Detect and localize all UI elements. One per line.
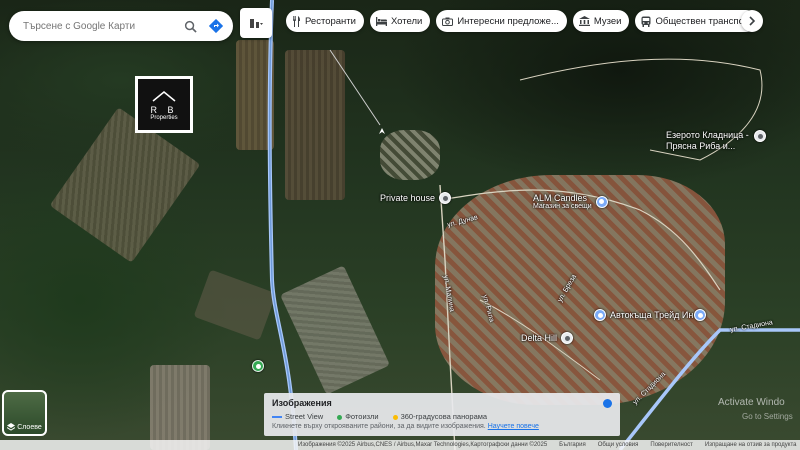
chip-things-to-do[interactable]: Интересни предложе... xyxy=(436,10,567,32)
bus-icon xyxy=(641,16,651,27)
layers-toggle-icon xyxy=(250,19,263,28)
shop-pin-icon xyxy=(595,195,608,208)
place-autocenter[interactable]: Автокъща Трейд Ин xyxy=(594,309,706,321)
imagery-blue-dot-icon xyxy=(603,399,612,408)
camera-icon xyxy=(442,17,454,26)
place-label: Автокъща Трейд Ин xyxy=(610,310,694,320)
place-pin-icon xyxy=(561,332,574,344)
place-label: ALM Candles xyxy=(533,193,588,203)
windows-watermark-sub: Go to Settings xyxy=(742,412,793,421)
place-label: Delta Hill xyxy=(521,333,558,343)
attribution-terms[interactable]: Общи условия xyxy=(598,442,639,448)
chip-transit[interactable]: Обществен транспор xyxy=(635,10,758,32)
layers-label: Слоеве xyxy=(17,423,42,431)
house-roof-icon xyxy=(152,90,176,102)
legend-swatch xyxy=(272,416,282,419)
search-icon[interactable] xyxy=(181,17,199,35)
park-marker[interactable] xyxy=(252,360,264,372)
fork-knife-icon xyxy=(292,15,301,27)
map-type-toggle-button[interactable] xyxy=(240,8,272,38)
park-pin-icon xyxy=(252,360,264,372)
place-label: Private house xyxy=(380,193,436,203)
imagery-hint: Кликнете върху открояваните райони, за д… xyxy=(272,423,612,430)
attribution-bar: Изображения ©2025 Airbus,CNES / Airbus,M… xyxy=(0,440,800,450)
chip-label: Музеи xyxy=(593,15,622,27)
chip-restaurants[interactable]: Ресторанти xyxy=(286,10,364,32)
search-input[interactable] xyxy=(23,20,181,32)
place-pin-icon xyxy=(754,130,766,142)
logo-subtitle: Properties xyxy=(150,114,178,121)
satellite-map[interactable] xyxy=(0,0,800,450)
search-box[interactable] xyxy=(9,11,233,41)
legend-panorama: 360-градусова панорама xyxy=(392,412,488,421)
windows-watermark: Activate Windo xyxy=(718,397,785,408)
place-sublabel: Магазин за свещи xyxy=(533,203,592,210)
chip-label: Хотели xyxy=(390,15,423,27)
legend-label: 360-градусова панорама xyxy=(400,412,488,421)
layers-button[interactable]: Слоеве xyxy=(2,390,47,436)
directions-icon[interactable] xyxy=(207,17,225,35)
arrow-icon xyxy=(379,128,385,134)
shop-pin-icon xyxy=(694,309,706,321)
hint-text: Кликнете върху открояваните райони, за д… xyxy=(272,423,486,430)
attribution-privacy[interactable]: Поверителност xyxy=(650,442,693,448)
chips-next-button[interactable] xyxy=(741,10,763,32)
chevron-right-icon xyxy=(749,16,756,26)
bed-icon xyxy=(375,16,387,26)
roads-layer xyxy=(267,0,800,450)
place-delta-hill[interactable]: Delta Hill xyxy=(521,332,574,344)
attribution-text: Изображения ©2025 Airbus,CNES / Airbus,M… xyxy=(298,442,548,448)
arrow-marker xyxy=(378,127,386,135)
museum-icon xyxy=(578,16,590,26)
legend-label: Street View xyxy=(285,412,324,421)
place-label: Езерото Кладница - Прясна Риба и... xyxy=(666,130,749,151)
chip-label: Ресторанти xyxy=(305,15,356,27)
place-pin-icon xyxy=(439,192,452,204)
imagery-panel[interactable]: Изображения Street View Фотоизли 360-гра… xyxy=(264,393,620,436)
legend-swatch xyxy=(392,414,398,420)
attribution-feedback[interactable]: Изпращане на отзив за продукта xyxy=(705,442,797,448)
learn-more-link[interactable]: Научете повече xyxy=(488,423,539,430)
legend-swatch xyxy=(337,414,343,420)
rb-properties-logo: R B Properties xyxy=(135,76,193,133)
legend-label: Фотоизли xyxy=(345,412,379,421)
legend-street-view: Street View xyxy=(272,412,323,421)
imagery-legend: Street View Фотоизли 360-градусова панор… xyxy=(272,412,612,421)
chip-label: Обществен транспор xyxy=(655,15,750,27)
imagery-title: Изображения xyxy=(272,398,332,408)
category-chips: Ресторанти Хотели Интересни предложе... … xyxy=(286,10,758,32)
attribution-country[interactable]: България xyxy=(559,442,586,448)
layers-icon xyxy=(7,423,16,431)
place-lake[interactable]: Езерото Кладница - Прясна Риба и... xyxy=(666,130,766,152)
chip-label: Интересни предложе... xyxy=(457,15,559,27)
logo-letters: R B xyxy=(150,104,178,115)
legend-photos: Фотоизли xyxy=(337,412,379,421)
chip-hotels[interactable]: Хотели xyxy=(369,10,431,32)
car-pin-icon xyxy=(594,309,606,321)
chip-museums[interactable]: Музеи xyxy=(572,10,630,32)
place-private-house[interactable]: Private house xyxy=(380,192,452,204)
place-alm-candles[interactable]: ALM Candles Магазин за свещи xyxy=(533,193,608,210)
